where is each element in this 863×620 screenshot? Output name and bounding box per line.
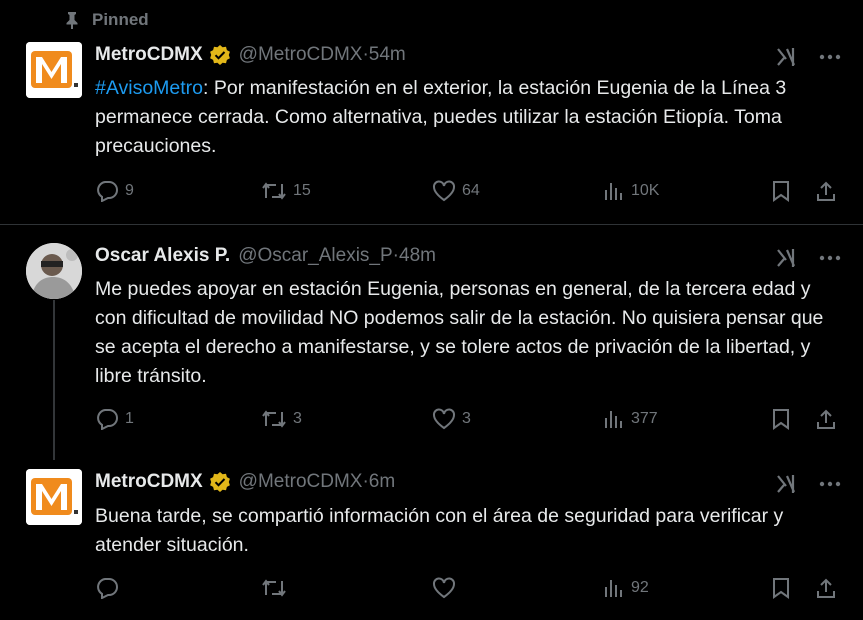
pinned-label: Pinned: [92, 10, 149, 29]
views-icon: [603, 577, 625, 599]
views-count: 92: [631, 579, 649, 596]
more-icon[interactable]: [819, 54, 841, 60]
action-bar: 1 3 3 377: [95, 408, 845, 434]
views-count: 377: [631, 410, 658, 427]
views-icon: [603, 408, 625, 430]
bookmark-icon[interactable]: [771, 408, 791, 430]
share-icon[interactable]: [815, 408, 837, 430]
like-icon: [432, 180, 456, 202]
pinned-indicator: Pinned: [64, 10, 149, 30]
repost-button[interactable]: 15: [261, 180, 311, 202]
like-count: 3: [462, 410, 471, 427]
like-icon: [432, 408, 456, 430]
tweet-time[interactable]: 6m: [369, 471, 395, 493]
author-name[interactable]: Oscar Alexis P.: [95, 245, 230, 267]
tweet-header: MetroCDMX @MetroCDMX · 54m: [95, 44, 406, 66]
grok-icon[interactable]: [775, 247, 797, 269]
repost-button[interactable]: 3: [261, 408, 302, 430]
reply-count: 1: [125, 410, 134, 427]
reply-icon: [95, 408, 119, 430]
author-handle[interactable]: @Oscar_Alexis_P: [238, 245, 392, 267]
verified-badge-icon[interactable]: [209, 471, 231, 493]
tweet-header: Oscar Alexis P. @Oscar_Alexis_P · 48m: [95, 245, 436, 267]
views-icon: [603, 180, 625, 202]
repost-icon: [261, 408, 287, 430]
author-handle[interactable]: @MetroCDMX: [239, 44, 363, 66]
like-count: 64: [462, 182, 480, 199]
tweet-top-actions: [775, 473, 841, 495]
share-icon[interactable]: [815, 180, 837, 202]
divider: [0, 224, 863, 225]
views-button[interactable]: 10K: [603, 180, 659, 202]
repost-count: 15: [293, 182, 311, 199]
avatar-oscar[interactable]: [26, 243, 82, 299]
bookmark-icon[interactable]: [771, 180, 791, 202]
reply-button[interactable]: 1: [95, 408, 134, 430]
more-icon[interactable]: [819, 481, 841, 487]
avatar-metrocdmx[interactable]: [26, 42, 82, 98]
like-button[interactable]: 64: [432, 180, 480, 202]
author-handle[interactable]: @MetroCDMX: [239, 471, 363, 493]
tweet-top-actions: [775, 46, 841, 68]
more-icon[interactable]: [819, 255, 841, 261]
reply-count: 9: [125, 182, 134, 199]
grok-icon[interactable]: [775, 473, 797, 495]
bookmark-icon[interactable]: [771, 577, 791, 599]
repost-count: 3: [293, 410, 302, 427]
author-name[interactable]: MetroCDMX: [95, 44, 203, 66]
author-name[interactable]: MetroCDMX: [95, 471, 203, 493]
share-icon[interactable]: [815, 577, 837, 599]
tweet-time[interactable]: 54m: [369, 44, 406, 66]
like-button[interactable]: [432, 577, 462, 599]
like-icon: [432, 577, 456, 599]
like-button[interactable]: 3: [432, 408, 471, 430]
hashtag-link[interactable]: #AvisoMetro: [95, 77, 203, 99]
tweet-top-actions: [775, 247, 841, 269]
tweet-text: #AvisoMetro: Por manifestación en el ext…: [95, 77, 787, 157]
reply-button[interactable]: [95, 577, 125, 599]
repost-icon: [261, 577, 287, 599]
reply-button[interactable]: 9: [95, 180, 134, 202]
action-bar: 9 15 64 10K: [95, 180, 845, 206]
verified-badge-icon[interactable]: [209, 44, 231, 66]
avatar-metrocdmx[interactable]: [26, 469, 82, 525]
reply-icon: [95, 180, 119, 202]
grok-icon[interactable]: [775, 46, 797, 68]
action-bar: 92: [95, 577, 845, 603]
repost-button[interactable]: [261, 577, 293, 599]
tweet-header: MetroCDMX @MetroCDMX · 6m: [95, 471, 395, 493]
repost-icon: [261, 180, 287, 202]
pin-icon: [64, 11, 80, 29]
tweet-text: Me puedes apoyar en estación Eugenia, pe…: [95, 278, 824, 387]
views-button[interactable]: 377: [603, 408, 658, 430]
reply-icon: [95, 577, 119, 599]
thread-line: [53, 300, 55, 460]
views-count: 10K: [631, 182, 660, 199]
tweet-time[interactable]: 48m: [399, 245, 436, 267]
views-button[interactable]: 92: [603, 577, 649, 599]
tweet-text: Buena tarde, se compartió información co…: [95, 505, 784, 556]
